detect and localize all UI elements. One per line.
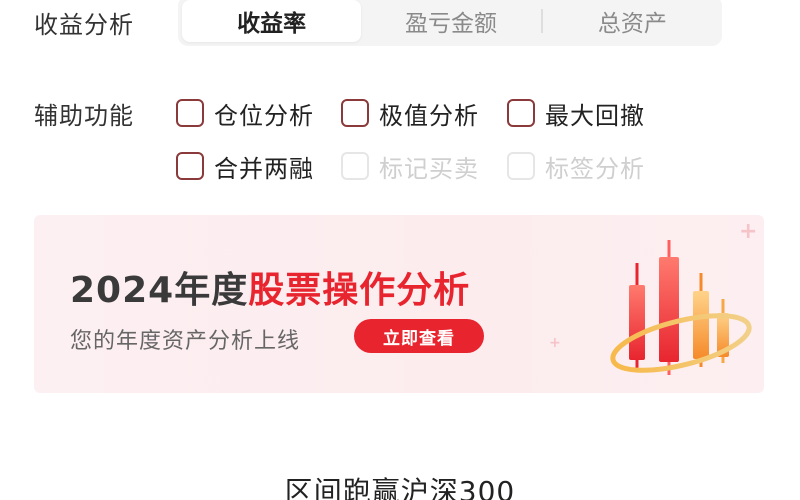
banner-title-highlight: 股票操作分析 <box>248 270 471 311</box>
checkbox-icon[interactable] <box>507 99 535 127</box>
earnings-metric-tabs: 收益率 盈亏金额 总资产 <box>178 0 722 46</box>
checkbox-label: 合并两融 <box>214 154 314 183</box>
checkbox-icon <box>341 152 369 180</box>
tab-total-assets[interactable]: 总资产 <box>543 0 722 42</box>
tab-profit-loss-amount[interactable]: 盈亏金额 <box>361 0 540 42</box>
annual-analysis-banner[interactable]: + + 2024年度股票操作分析 您的年度资产分析上线 立即查看 <box>34 215 764 393</box>
view-now-button[interactable]: 立即查看 <box>354 319 484 353</box>
checkbox-icon <box>507 152 535 180</box>
checkbox-max-drawdown[interactable]: 最大回撤 <box>507 96 645 130</box>
checkbox-label: 仓位分析 <box>214 101 314 130</box>
earnings-analysis-label: 收益分析 <box>34 11 134 39</box>
checkbox-tag-analysis: 标签分析 <box>507 149 645 183</box>
banner-subtitle: 您的年度资产分析上线 <box>70 329 301 354</box>
banner-title-year: 2024年度 <box>70 270 249 311</box>
tab-return-rate[interactable]: 收益率 <box>182 0 362 42</box>
checkbox-label: 最大回撤 <box>545 101 645 130</box>
checkbox-label: 标签分析 <box>545 154 645 183</box>
checkbox-label: 极值分析 <box>379 101 479 130</box>
plus-decoration-icon: + <box>549 335 561 351</box>
checkbox-extreme-value-analysis[interactable]: 极值分析 <box>341 96 479 130</box>
outperform-index-heading: 区间跑赢沪深300 <box>284 475 516 500</box>
earnings-analysis-row: 收益分析 收益率 盈亏金额 总资产 <box>0 0 800 48</box>
candlestick-chart-icon <box>589 235 759 385</box>
checkbox-mark-trades: 标记买卖 <box>341 149 479 183</box>
checkbox-icon[interactable] <box>176 99 204 127</box>
checkbox-label: 标记买卖 <box>379 154 479 183</box>
auxiliary-functions-label: 辅助功能 <box>34 102 134 130</box>
banner-title: 2024年度股票操作分析 <box>70 261 470 313</box>
checkbox-icon[interactable] <box>341 99 369 127</box>
checkbox-merge-margin[interactable]: 合并两融 <box>176 149 314 183</box>
checkbox-icon[interactable] <box>176 152 204 180</box>
checkbox-position-analysis[interactable]: 仓位分析 <box>176 96 314 130</box>
